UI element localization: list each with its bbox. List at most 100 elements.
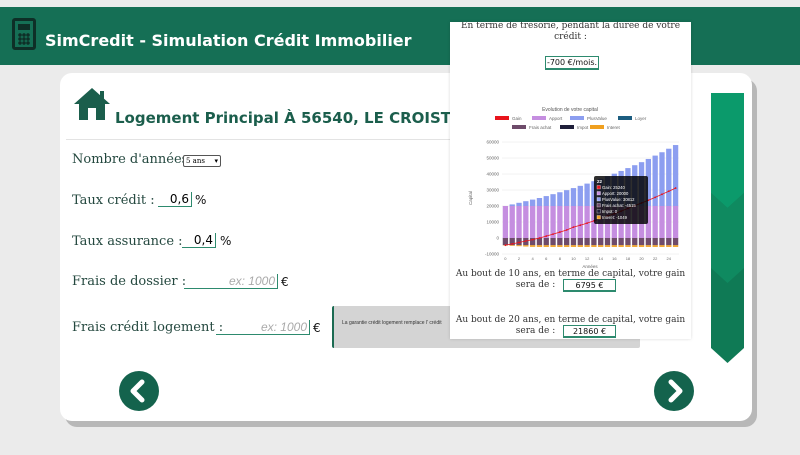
bar-plusvalue (536, 198, 543, 206)
gain-point (538, 237, 541, 239)
years-select[interactable]: 5 ans ▾ (183, 155, 221, 167)
house-icon (74, 88, 110, 120)
x-tick-label: 0 (504, 256, 507, 261)
chart-tooltip-swatch (596, 215, 601, 220)
capital-chart: Evolution de votre capital Gain Apport Plus… (468, 107, 679, 269)
chevron-left-icon (130, 379, 145, 403)
next-button[interactable] (654, 371, 694, 411)
bar-plusvalue (523, 201, 529, 206)
gain-point (524, 240, 527, 242)
bar-frais-achat (604, 238, 611, 246)
taux-credit-input[interactable]: 0,6 (158, 192, 192, 207)
frais-dossier-input[interactable]: ex: 1000 (184, 274, 278, 289)
x-tick-label: 20 (639, 256, 644, 261)
bar-frais-achat (659, 238, 665, 246)
x-tick-label: 24 (667, 256, 672, 261)
frais-dossier-label: Frais de dossier : (72, 274, 187, 289)
bar-apport (659, 206, 665, 238)
frais-credit-logement-unit: € (313, 321, 321, 335)
bar-interet (604, 245, 611, 247)
legend-label: Gain (512, 116, 522, 121)
gain-point (565, 229, 568, 231)
bar-apport (536, 206, 543, 238)
bar-interet (584, 245, 590, 247)
chart-tooltip-swatch (596, 191, 601, 196)
gain-point (579, 224, 582, 227)
bar-apport (652, 206, 658, 238)
legend-swatch (570, 116, 584, 120)
y-tick-label: 40000 (486, 172, 499, 177)
gain-point (654, 196, 657, 199)
bar-apport (666, 206, 672, 238)
app-title: SimCredit - Simulation Crédit Immobilier (45, 31, 412, 50)
bar-frais-achat (638, 238, 645, 246)
taux-assurance-unit: % (220, 234, 232, 248)
calculator-icon (12, 18, 36, 50)
bar-frais-achat (611, 238, 617, 246)
prev-button[interactable] (119, 371, 159, 411)
bar-frais-achat (543, 238, 549, 246)
taux-assurance-input[interactable]: 0,4 (182, 233, 216, 248)
gain-point (667, 190, 670, 193)
gain20-value: 21860 € (563, 325, 616, 337)
gain-point (545, 235, 548, 237)
legend-swatch (495, 116, 509, 120)
bar-apport (672, 206, 679, 238)
chart-tooltip-item: PlusValue: 30812 (602, 197, 635, 202)
chart-tooltip-item: Impot: 0 (602, 209, 618, 214)
frais-credit-logement-label: Frais crédit logement : (72, 320, 224, 335)
bar-plusvalue (570, 188, 577, 206)
bar-interet (611, 245, 617, 247)
bar-interet (659, 245, 665, 247)
chart-tooltip-item: Apport: 20000 (602, 191, 629, 196)
legend-label: Loyer (635, 116, 647, 121)
bar-plusvalue (516, 202, 522, 206)
years-label: Nombre d'années : (72, 152, 197, 167)
bar-interet (591, 245, 597, 247)
y-tick-label: 10000 (486, 220, 499, 225)
x-tick-label: 22 (653, 256, 658, 261)
bar-interet (564, 245, 570, 247)
frais-dossier-unit: € (281, 275, 289, 289)
bar-interet (536, 245, 543, 247)
bar-plusvalue (577, 185, 583, 206)
bar-interet (557, 245, 563, 247)
bar-frais-achat (550, 238, 556, 246)
chevron-right-icon (668, 379, 683, 403)
tresorerie-value: -700 €/mois. (545, 56, 599, 69)
bar-apport (564, 206, 570, 238)
legend-label: Frais achat (529, 125, 552, 130)
bar-frais-achat (618, 238, 624, 246)
chart-tooltip-item: Frais achat: -4515 (602, 203, 636, 208)
bar-apport (516, 206, 522, 238)
bar-apport (529, 206, 536, 238)
y-tick-label: 0 (496, 236, 499, 241)
legend-swatch (532, 116, 546, 120)
bar-frais-achat (502, 238, 509, 246)
bar-interet (550, 245, 556, 247)
gain-point (518, 241, 520, 244)
bar-interet (516, 245, 522, 247)
bar-frais-achat (625, 238, 631, 246)
x-tick-label: 18 (626, 256, 631, 261)
bar-apport (523, 206, 529, 238)
bar-plusvalue (666, 148, 672, 206)
x-tick-label: 16 (612, 256, 617, 261)
chart-tooltip-swatch (596, 197, 601, 202)
bar-interet (529, 245, 536, 247)
bar-interet (543, 245, 549, 247)
gain-point (586, 222, 588, 225)
bar-plusvalue (509, 204, 515, 206)
frais-credit-logement-input[interactable]: ex: 1000 (216, 320, 310, 335)
y-tick-label: 30000 (486, 188, 499, 193)
x-tick-label: 10 (571, 256, 576, 261)
legend-swatch (512, 125, 526, 129)
bar-frais-achat (570, 238, 577, 246)
legend-label: Impot (577, 125, 589, 130)
bar-interet (523, 245, 529, 247)
y-axis-label: Capital (468, 191, 473, 205)
bar-frais-achat (598, 238, 604, 246)
chart-tooltip-item: Gain: 25240 (602, 185, 625, 190)
bar-frais-achat (577, 238, 583, 246)
gain-point (531, 238, 534, 241)
